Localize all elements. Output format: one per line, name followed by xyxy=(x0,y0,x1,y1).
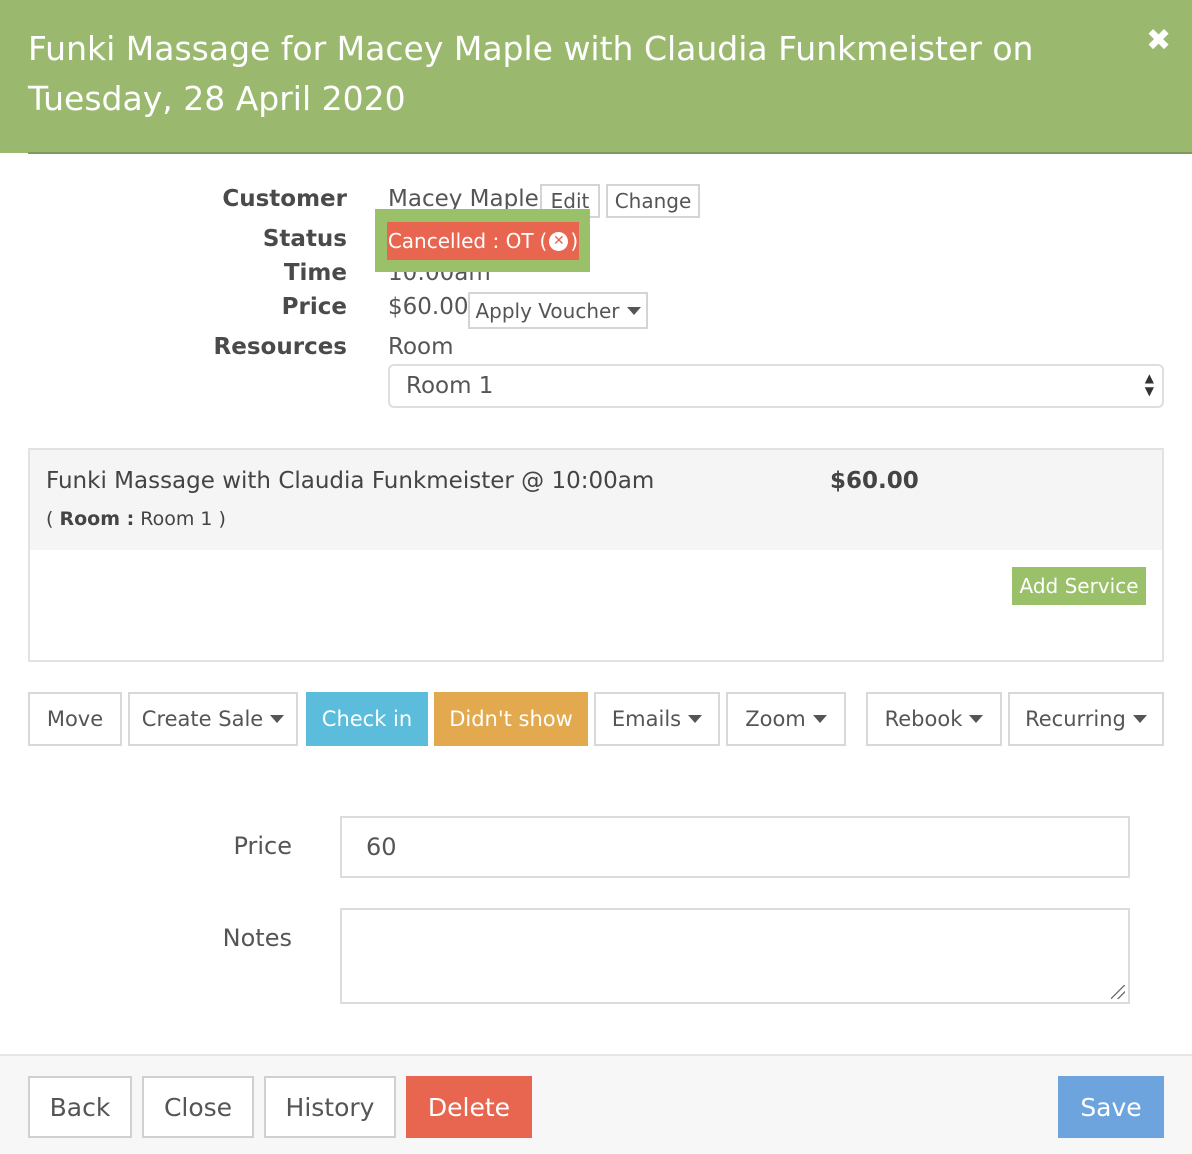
delete-button[interactable]: Delete xyxy=(406,1076,532,1138)
apply-voucher-label: Apply Voucher xyxy=(475,298,620,323)
resize-handle-icon[interactable] xyxy=(1111,985,1125,999)
zoom-button[interactable]: Zoom xyxy=(726,692,846,746)
modal-header: Funki Massage for Macey Maple with Claud… xyxy=(0,0,1192,153)
create-sale-label: Create Sale xyxy=(141,707,264,731)
add-service-button[interactable]: Add Service xyxy=(1012,567,1146,605)
recurring-label: Recurring xyxy=(1025,707,1126,731)
room-select-value: Room 1 xyxy=(406,373,494,399)
price-value: $60.00 xyxy=(388,294,469,320)
notes-field[interactable] xyxy=(340,908,1130,1004)
status-label: Status xyxy=(262,226,347,252)
notes-field-label: Notes xyxy=(222,924,292,952)
time-label: Time xyxy=(283,260,347,286)
save-button[interactable]: Save xyxy=(1058,1076,1164,1138)
service-row[interactable]: Funki Massage with Claudia Funkmeister @… xyxy=(30,450,1162,550)
rebook-button[interactable]: Rebook xyxy=(866,692,1002,746)
remove-status-icon[interactable]: ✕ xyxy=(549,231,569,251)
history-button[interactable]: History xyxy=(264,1076,396,1138)
change-customer-button[interactable]: Change xyxy=(606,184,700,218)
apply-voucher-button[interactable]: Apply Voucher xyxy=(468,292,648,329)
emails-button[interactable]: Emails xyxy=(594,692,720,746)
status-badge[interactable]: Cancelled : OT (✕) xyxy=(387,222,579,260)
service-price: $60.00 xyxy=(830,468,919,494)
service-panel: Funki Massage with Claudia Funkmeister @… xyxy=(28,448,1164,662)
check-in-button[interactable]: Check in xyxy=(306,692,428,746)
price-field-label: Price xyxy=(233,832,292,860)
resource-type: Room xyxy=(388,334,454,360)
chevron-down-icon xyxy=(270,715,285,723)
select-arrows-icon: ▲ ▼ xyxy=(1144,371,1154,398)
resources-label: Resources xyxy=(213,334,347,360)
recurring-button[interactable]: Recurring xyxy=(1008,692,1164,746)
create-sale-button[interactable]: Create Sale xyxy=(128,692,298,746)
zoom-label: Zoom xyxy=(745,707,806,731)
close-button[interactable]: Close xyxy=(142,1076,254,1138)
header-divider xyxy=(28,152,1192,154)
rebook-label: Rebook xyxy=(884,707,963,731)
chevron-down-icon xyxy=(1132,715,1147,723)
customer-label: Customer xyxy=(222,186,347,212)
service-resource: ( Room : Room 1 ) xyxy=(46,508,226,530)
modal-title: Funki Massage for Macey Maple with Claud… xyxy=(28,29,1034,118)
room-select[interactable]: Room 1 ▲ ▼ xyxy=(388,364,1164,408)
chevron-down-icon xyxy=(969,715,984,723)
price-field[interactable]: 60 xyxy=(340,816,1130,878)
chevron-down-icon xyxy=(812,715,827,723)
move-button[interactable]: Move xyxy=(28,692,122,746)
chevron-down-icon xyxy=(626,306,641,315)
back-button[interactable]: Back xyxy=(28,1076,132,1138)
service-name: Funki Massage with Claudia Funkmeister @… xyxy=(46,468,655,494)
didnt-show-button[interactable]: Didn't show xyxy=(434,692,588,746)
service-resource-key: Room : xyxy=(59,508,135,530)
price-label: Price xyxy=(281,294,347,320)
close-icon[interactable]: ✖ xyxy=(1146,24,1171,58)
status-text: Cancelled : OT xyxy=(387,229,534,253)
emails-label: Emails xyxy=(611,707,682,731)
chevron-down-icon xyxy=(688,715,703,723)
